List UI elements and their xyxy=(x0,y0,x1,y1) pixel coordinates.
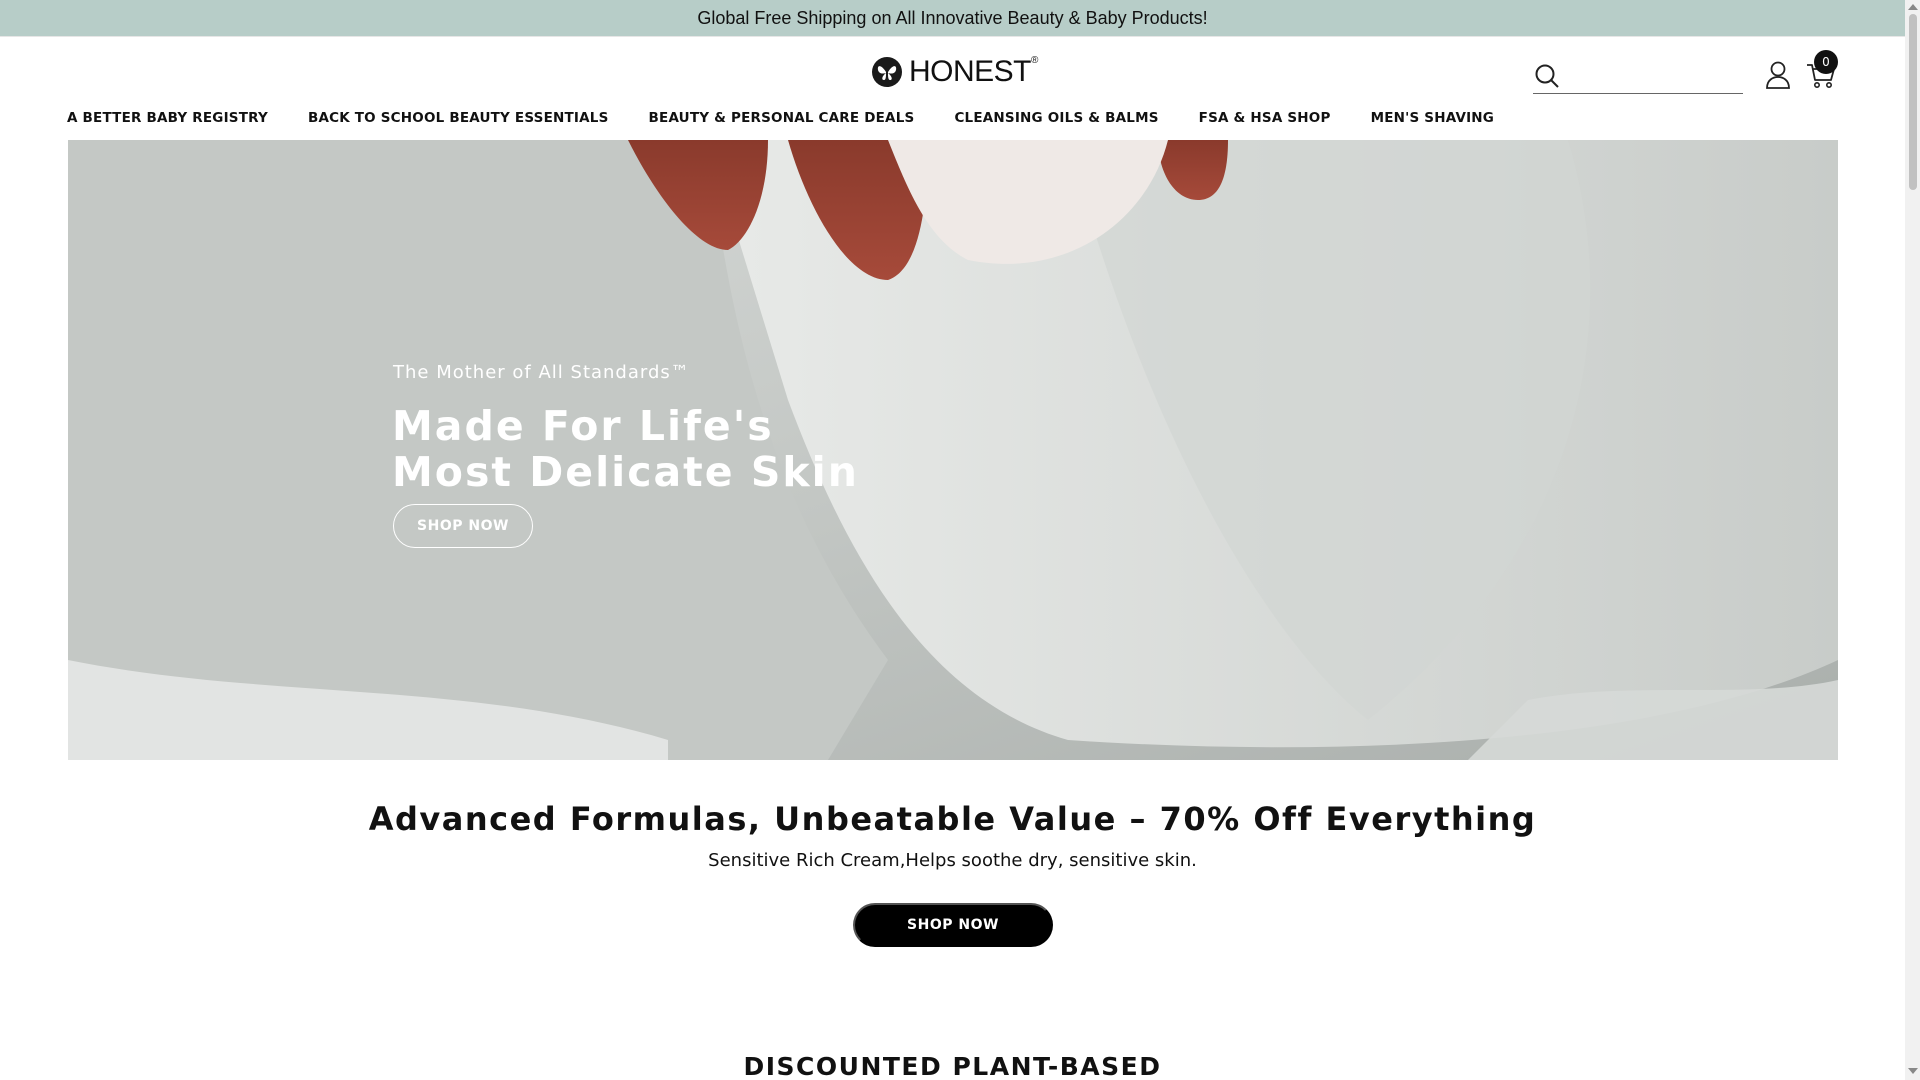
announcement-text: Global Free Shipping on All Innovative B… xyxy=(697,7,1208,28)
announcement-bar: Global Free Shipping on All Innovative B… xyxy=(0,0,1905,36)
hero-title: Made For Life's Most Delicate Skin xyxy=(392,403,859,495)
scroll-down-arrow-icon[interactable] xyxy=(1908,1068,1918,1074)
header-divider xyxy=(0,36,1905,37)
hero-title-line-1: Made For Life's xyxy=(392,402,774,450)
nav-item-cleansing-oils[interactable]: CLEANSING OILS & BALMS xyxy=(954,110,1158,126)
hero-shop-now-button[interactable]: SHOP NOW xyxy=(393,504,533,548)
brand-name-text: HONEST xyxy=(909,55,1032,88)
hero-banner: The Mother of All Standards™ Made For Li… xyxy=(68,140,1838,760)
promo-title: Advanced Formulas, Unbeatable Value – 70… xyxy=(368,800,1537,838)
brand-logo[interactable]: HONEST® xyxy=(871,52,1038,92)
nav-item-baby-registry[interactable]: A BETTER BABY REGISTRY xyxy=(67,110,268,126)
scrollbar-thumb[interactable] xyxy=(1909,14,1917,190)
brand-name: HONEST® xyxy=(909,55,1038,89)
hero-image xyxy=(68,140,1838,760)
nav-item-fsa-hsa[interactable]: FSA & HSA SHOP xyxy=(1199,110,1331,126)
cart-count-badge: 0 xyxy=(1814,50,1838,74)
brand-registered-mark: ® xyxy=(1031,55,1038,66)
search-box[interactable] xyxy=(1533,58,1743,94)
hero-eyebrow: The Mother of All Standards™ xyxy=(393,362,690,383)
nav-item-mens-shaving[interactable]: MEN'S SHAVING xyxy=(1371,110,1495,126)
section-title: DISCOUNTED PLANT-BASED xyxy=(743,1052,1162,1080)
account-icon[interactable] xyxy=(1764,60,1792,90)
nav-item-back-to-school[interactable]: BACK TO SCHOOL BEAUTY ESSENTIALS xyxy=(308,110,609,126)
hero-title-line-2: Most Delicate Skin xyxy=(392,448,859,496)
search-icon[interactable] xyxy=(1533,62,1561,90)
nav-item-beauty-deals[interactable]: BEAUTY & PERSONAL CARE DEALS xyxy=(649,110,915,126)
scroll-up-arrow-icon[interactable] xyxy=(1908,4,1918,10)
search-input[interactable] xyxy=(1567,60,1743,91)
butterfly-logo-icon xyxy=(872,57,902,87)
main-nav: A BETTER BABY REGISTRY BACK TO SCHOOL BE… xyxy=(67,105,1494,131)
promo-subtitle: Sensitive Rich Cream,Helps soothe dry, s… xyxy=(708,850,1197,871)
promo-shop-now-button[interactable]: SHOP NOW xyxy=(853,903,1053,947)
